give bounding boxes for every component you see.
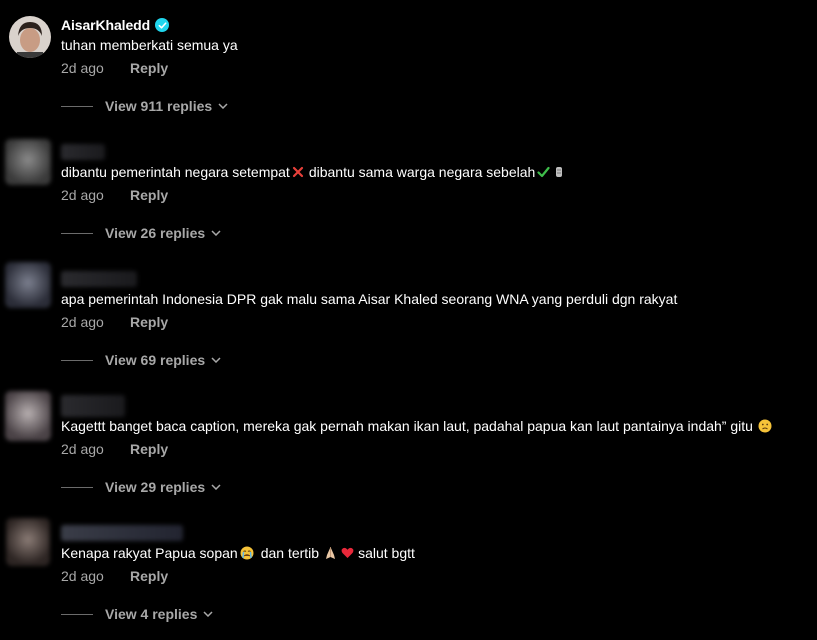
avatar[interactable] (5, 391, 51, 441)
comment-meta: 2d ago Reply (61, 441, 168, 457)
verified-badge-icon (155, 18, 170, 32)
comment-meta: 2d ago Reply (61, 314, 168, 330)
reply-button[interactable]: Reply (130, 187, 168, 203)
comment-meta: 2d ago Reply (61, 187, 168, 203)
chevron-down-icon (203, 611, 213, 617)
chevron-down-icon (211, 484, 221, 490)
reply-button[interactable]: Reply (130, 60, 168, 76)
comment-text-part: dibantu sama warga negara sebelah (308, 164, 536, 180)
crying-face-icon (240, 546, 254, 560)
comment-date: 2d ago (61, 187, 104, 203)
comment-text-part: Kenapa rakyat Papua sopan (61, 545, 238, 561)
comment-text: tuhan memberkati semua ya (61, 37, 238, 53)
view-replies-button[interactable]: View 4 replies (61, 606, 213, 622)
avatar[interactable] (5, 139, 51, 185)
view-replies-label: View 911 replies (105, 98, 213, 114)
view-replies-button[interactable]: View 911 replies (61, 98, 228, 114)
comment-list: AisarKhaledd tuhan memberkati semua ya 2… (0, 0, 817, 640)
reply-button[interactable]: Reply (130, 568, 168, 584)
comment-text-part: dan tertib (260, 545, 320, 561)
username-row: AisarKhaledd (61, 16, 170, 34)
username-blurred[interactable] (61, 271, 137, 287)
username-blurred[interactable] (61, 395, 125, 417)
avatar[interactable] (6, 518, 50, 566)
comment-text-part: dibantu pemerintah negara setempat (61, 164, 290, 180)
check-mark-icon (537, 166, 550, 178)
username[interactable]: AisarKhaledd (61, 17, 150, 33)
comment-text-part: Kagettt banget baca caption, mereka gak … (61, 418, 753, 434)
username-row (61, 524, 183, 542)
comment-text: dibantu pemerintah negara setempat diban… (61, 164, 566, 180)
view-replies-button[interactable]: View 69 replies (61, 352, 221, 368)
view-replies-label: View 4 replies (105, 606, 198, 622)
reply-button[interactable]: Reply (130, 314, 168, 330)
divider (61, 105, 93, 107)
chevron-down-icon (211, 357, 221, 363)
comment-date: 2d ago (61, 568, 104, 584)
divider (61, 359, 93, 361)
comment-meta: 2d ago Reply (61, 568, 168, 584)
divider (61, 486, 93, 488)
chevron-down-icon (218, 103, 228, 109)
view-replies-button[interactable]: View 26 replies (61, 225, 221, 241)
chevron-down-icon (211, 230, 221, 236)
heart-icon (341, 547, 354, 559)
comment-text-part: salut bgtt (358, 545, 415, 561)
comment-text: Kenapa rakyat Papua sopan dan tertib sal… (61, 545, 415, 561)
view-replies-label: View 29 replies (105, 479, 206, 495)
comment-text: apa pemerintah Indonesia DPR gak malu sa… (61, 291, 678, 307)
divider (61, 613, 93, 615)
username-row (61, 143, 105, 161)
comment-date: 2d ago (61, 60, 104, 76)
praying-hands-icon (324, 546, 337, 560)
username-row (61, 395, 125, 417)
reply-button[interactable]: Reply (130, 441, 168, 457)
view-replies-label: View 69 replies (105, 352, 206, 368)
view-replies-button[interactable]: View 29 replies (61, 479, 221, 495)
comment-date: 2d ago (61, 441, 104, 457)
comment-date: 2d ago (61, 314, 104, 330)
avatar[interactable] (9, 16, 51, 58)
username-row (61, 270, 137, 288)
avatar[interactable] (5, 262, 51, 308)
divider (61, 232, 93, 234)
gesture-icon (554, 165, 564, 179)
sad-face-icon (758, 419, 772, 433)
view-replies-label: View 26 replies (105, 225, 206, 241)
comment-text: Kagettt banget baca caption, mereka gak … (61, 418, 774, 434)
username-blurred[interactable] (61, 144, 105, 160)
username-blurred[interactable] (61, 525, 183, 541)
cross-mark-icon (292, 166, 304, 178)
comment-meta: 2d ago Reply (61, 60, 168, 76)
